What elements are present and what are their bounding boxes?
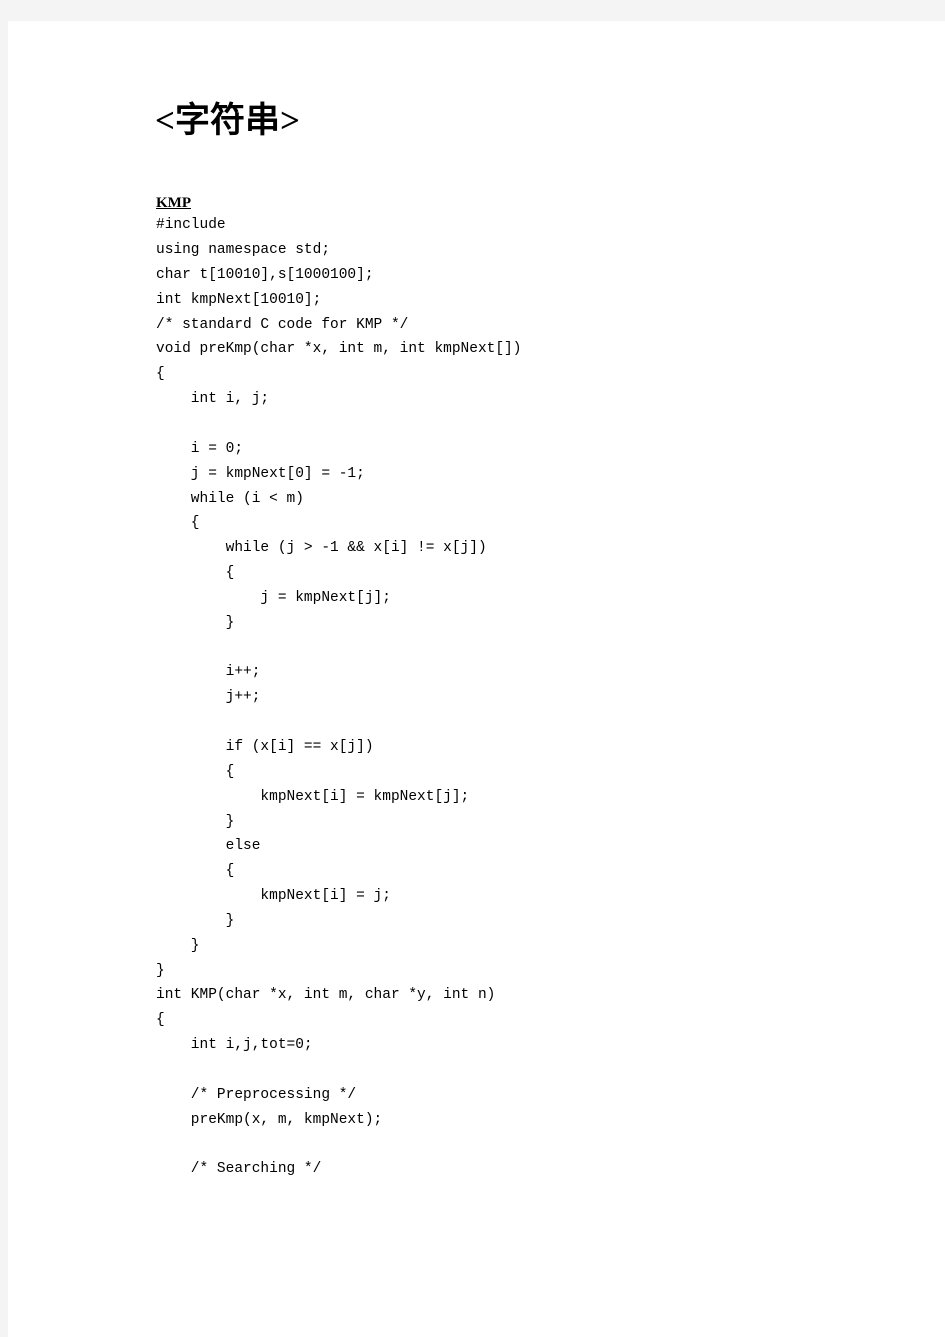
code-line: { <box>156 1012 165 1029</box>
section-heading-kmp: KMP <box>156 195 191 212</box>
code-line: while (i < m) <box>156 490 304 507</box>
code-line: int i, j; <box>156 391 270 408</box>
code-line: kmpNext[i] = j; <box>156 888 391 905</box>
code-line: { <box>156 763 235 780</box>
code-line: using namespace std; <box>156 242 331 259</box>
code-line: int kmpNext[10010]; <box>156 291 322 308</box>
code-line: char t[10010],s[1000100]; <box>156 266 374 283</box>
code-line: int KMP(char *x, int m, char *y, int n) <box>156 987 496 1004</box>
code-line: j++; <box>156 689 261 706</box>
code-line: } <box>156 937 200 954</box>
code-line: } <box>156 813 235 830</box>
page-title: <字符串> <box>155 101 300 140</box>
document-content: <字符串> KMP #include using namespace std; ch… <box>148 101 908 1182</box>
code-line: /* standard C code for KMP */ <box>156 316 409 333</box>
document-page: <字符串> KMP #include using namespace std; ch… <box>8 21 945 1337</box>
code-line: i = 0; <box>156 440 244 457</box>
code-line: while (j > -1 && x[i] != x[j]) <box>156 540 487 557</box>
code-line: void preKmp(char *x, int m, int kmpNext[… <box>156 341 522 358</box>
code-block-kmp: #include using namespace std; char t[10010… <box>148 213 908 1182</box>
code-line: { <box>156 515 200 532</box>
code-line: { <box>156 366 165 383</box>
code-line: i++; <box>156 664 261 681</box>
code-line: else <box>156 838 261 855</box>
code-line: preKmp(x, m, kmpNext); <box>156 1111 383 1128</box>
code-line: { <box>156 565 235 582</box>
code-line: int i,j,tot=0; <box>156 1037 313 1054</box>
code-line: #include <box>156 217 226 234</box>
code-line: j = kmpNext[j]; <box>156 589 391 606</box>
code-line: } <box>156 912 235 929</box>
code-line: } <box>156 614 235 631</box>
code-line: { <box>156 863 235 880</box>
code-line: } <box>156 962 165 979</box>
code-line: /* Preprocessing */ <box>156 1086 357 1103</box>
code-line: if (x[i] == x[j]) <box>156 738 374 755</box>
code-line: j = kmpNext[0] = -1; <box>156 465 365 482</box>
section-heading-wrap: KMP <box>148 193 908 213</box>
code-line: kmpNext[i] = kmpNext[j]; <box>156 788 470 805</box>
code-line: /* Searching */ <box>156 1161 322 1178</box>
